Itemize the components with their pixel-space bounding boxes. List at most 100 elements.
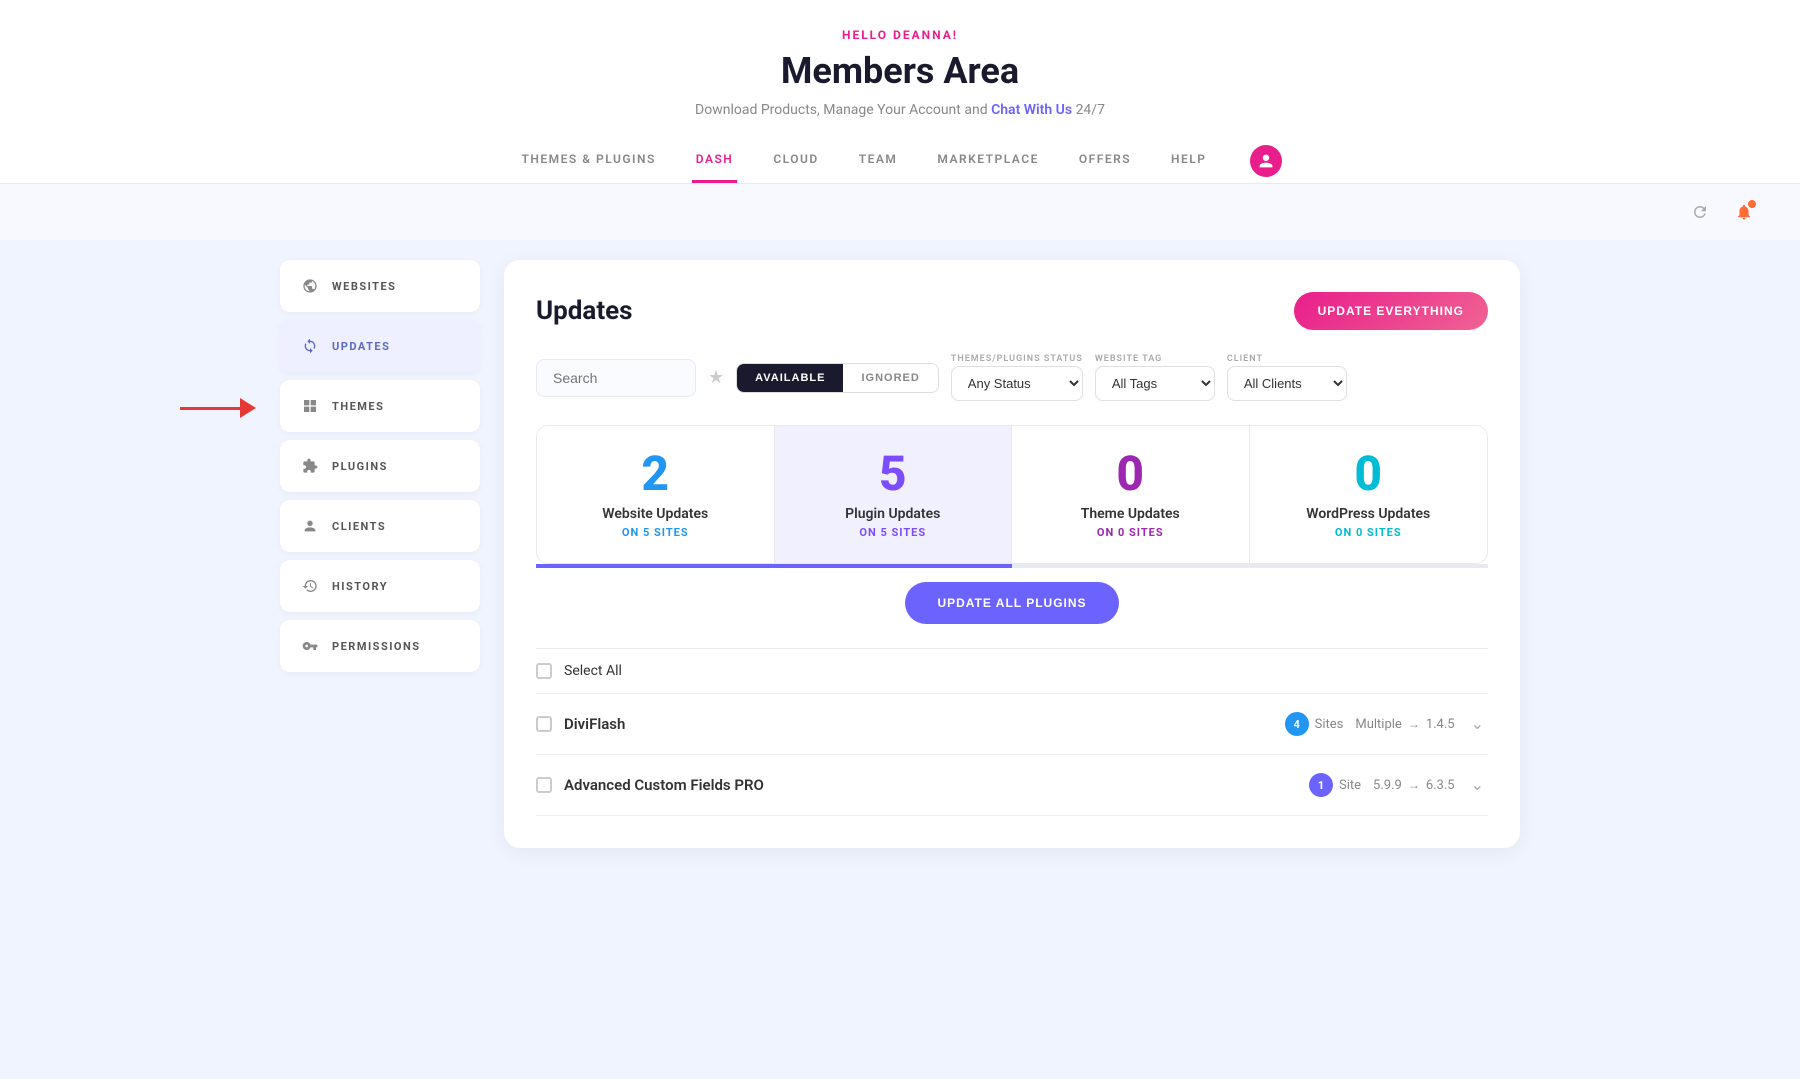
sidebar-item-history[interactable]: HISTORY	[280, 560, 480, 612]
nav-marketplace[interactable]: MARKETPLACE	[933, 138, 1042, 183]
status-filter-label: THEMES/PLUGINS STATUS	[951, 354, 1083, 364]
sidebar-label-permissions: PERMISSIONS	[332, 640, 421, 653]
acf-version: 5.9.9 → 6.3.5	[1373, 778, 1455, 793]
sidebar-label-clients: CLIENTS	[332, 520, 386, 533]
permissions-icon	[300, 636, 320, 656]
diviflash-badge-count: 4	[1285, 712, 1309, 736]
theme-updates-sites: ON 0 SITES	[1032, 526, 1229, 539]
sidebar: WEBSITES UPDATES THEMES PLUGINS CLIENTS	[280, 260, 480, 848]
greeting: HELLO DEANNA!	[0, 28, 1800, 42]
diviflash-checkbox[interactable]	[536, 716, 552, 732]
globe-icon	[300, 276, 320, 296]
diviflash-arrow: →	[1408, 717, 1420, 731]
acf-expand-button[interactable]: ⌄	[1467, 771, 1488, 799]
plugin-progress-bar	[536, 564, 1488, 568]
diviflash-version-from: Multiple	[1355, 717, 1401, 732]
content-area: Updates UPDATE EVERYTHING ★ AVAILABLE IG…	[504, 260, 1520, 848]
plugin-updates-sites: ON 5 SITES	[795, 526, 992, 539]
sidebar-label-plugins: PLUGINS	[332, 460, 388, 473]
nav-themes-plugins[interactable]: THEMES & PLUGINS	[518, 138, 660, 183]
client-filter-group: CLIENT All Clients	[1227, 354, 1347, 401]
tag-filter-label: WEBSITE TAG	[1095, 354, 1215, 364]
sidebar-item-websites[interactable]: WEBSITES	[280, 260, 480, 312]
diviflash-expand-button[interactable]: ⌄	[1467, 710, 1488, 738]
update-all-plugins-button[interactable]: UPDATE ALL PLUGINS	[905, 582, 1118, 624]
tag-filter-select[interactable]: All Tags	[1095, 366, 1215, 401]
select-all-checkbox[interactable]	[536, 663, 552, 679]
theme-updates-number: 0	[1032, 450, 1229, 498]
sidebar-item-updates[interactable]: UPDATES	[280, 320, 480, 372]
sidebar-item-themes[interactable]: THEMES	[280, 380, 480, 432]
theme-updates-label: Theme Updates	[1032, 506, 1229, 522]
filters-bar: ★ AVAILABLE IGNORED THEMES/PLUGINS STATU…	[536, 354, 1488, 401]
plugins-icon	[300, 456, 320, 476]
plugin-updates-label: Plugin Updates	[795, 506, 992, 522]
nav-offers[interactable]: OFFERS	[1075, 138, 1135, 183]
toolbar	[0, 184, 1800, 240]
website-updates-number: 2	[557, 450, 754, 498]
notifications-button[interactable]	[1728, 196, 1760, 228]
nav-help[interactable]: HELP	[1167, 138, 1210, 183]
acf-checkbox[interactable]	[536, 777, 552, 793]
themes-icon	[300, 396, 320, 416]
plugin-list: Select All DiviFlash 4 Sites Multiple → …	[536, 648, 1488, 816]
nav-team[interactable]: TEAM	[855, 138, 902, 183]
sidebar-item-clients[interactable]: CLIENTS	[280, 500, 480, 552]
update-all-section: UPDATE ALL PLUGINS	[536, 564, 1488, 624]
sidebar-item-permissions[interactable]: PERMISSIONS	[280, 620, 480, 672]
acf-version-to: 6.3.5	[1426, 778, 1455, 793]
update-everything-button[interactable]: UPDATE EVERYTHING	[1294, 292, 1488, 330]
client-filter-select[interactable]: All Clients	[1227, 366, 1347, 401]
notification-dot	[1748, 200, 1756, 208]
diviflash-sites-text: Sites	[1315, 717, 1344, 732]
wordpress-updates-label: WordPress Updates	[1270, 506, 1468, 522]
diviflash-version: Multiple → 1.4.5	[1355, 717, 1454, 732]
sidebar-item-plugins[interactable]: PLUGINS	[280, 440, 480, 492]
diviflash-name: DiviFlash	[564, 715, 1273, 733]
star-filter-button[interactable]: ★	[708, 367, 724, 388]
plugin-row-diviflash: DiviFlash 4 Sites Multiple → 1.4.5 ⌄	[536, 694, 1488, 755]
wordpress-updates-sites: ON 0 SITES	[1270, 526, 1468, 539]
select-all-label: Select All	[564, 663, 622, 679]
select-all-row: Select All	[536, 649, 1488, 694]
main-layout: WEBSITES UPDATES THEMES PLUGINS CLIENTS	[200, 240, 1600, 868]
sidebar-label-websites: WEBSITES	[332, 280, 396, 293]
subtitle-suffix: 24/7	[1076, 102, 1105, 118]
plugin-progress-fill	[536, 564, 1012, 568]
plugin-updates-number: 5	[795, 450, 992, 498]
diviflash-sites-badge: 4 Sites	[1285, 712, 1344, 736]
arrow-line	[180, 407, 240, 410]
acf-sites-badge: 1 Site	[1309, 773, 1361, 797]
clients-icon	[300, 516, 320, 536]
user-avatar[interactable]	[1250, 145, 1282, 177]
stat-plugin-updates: 5 Plugin Updates ON 5 SITES	[775, 426, 1013, 563]
sidebar-label-themes: THEMES	[332, 400, 384, 413]
status-filter-select[interactable]: Any Status	[951, 366, 1083, 401]
acf-version-from: 5.9.9	[1373, 778, 1402, 793]
refresh-button[interactable]	[1684, 196, 1716, 228]
nav-cloud[interactable]: CLOUD	[769, 138, 822, 183]
tag-filter-group: WEBSITE TAG All Tags	[1095, 354, 1215, 401]
stat-wordpress-updates: 0 WordPress Updates ON 0 SITES	[1250, 426, 1488, 563]
tab-available[interactable]: AVAILABLE	[737, 364, 843, 392]
tab-ignored[interactable]: IGNORED	[843, 364, 937, 392]
wordpress-updates-number: 0	[1270, 450, 1468, 498]
available-ignored-tabs: AVAILABLE IGNORED	[736, 363, 939, 393]
search-input[interactable]	[536, 359, 696, 397]
header: HELLO DEANNA! Members Area Download Prod…	[0, 0, 1800, 184]
subtitle-text: Download Products, Manage Your Account a…	[695, 102, 988, 118]
sidebar-label-updates: UPDATES	[332, 340, 390, 353]
stats-row: 2 Website Updates ON 5 SITES 5 Plugin Up…	[536, 425, 1488, 564]
client-filter-label: CLIENT	[1227, 354, 1347, 364]
website-updates-sites: ON 5 SITES	[557, 526, 754, 539]
nav-dash[interactable]: DASH	[692, 138, 738, 183]
diviflash-version-to: 1.4.5	[1426, 717, 1455, 732]
stat-website-updates: 2 Website Updates ON 5 SITES	[537, 426, 775, 563]
arrow-head	[240, 398, 256, 418]
acf-arrow: →	[1408, 778, 1420, 792]
acf-name: Advanced Custom Fields PRO	[564, 776, 1297, 794]
acf-sites-text: Site	[1339, 778, 1361, 793]
sidebar-label-history: HISTORY	[332, 580, 388, 593]
chat-link[interactable]: Chat With Us	[991, 102, 1072, 118]
stat-theme-updates: 0 Theme Updates ON 0 SITES	[1012, 426, 1250, 563]
